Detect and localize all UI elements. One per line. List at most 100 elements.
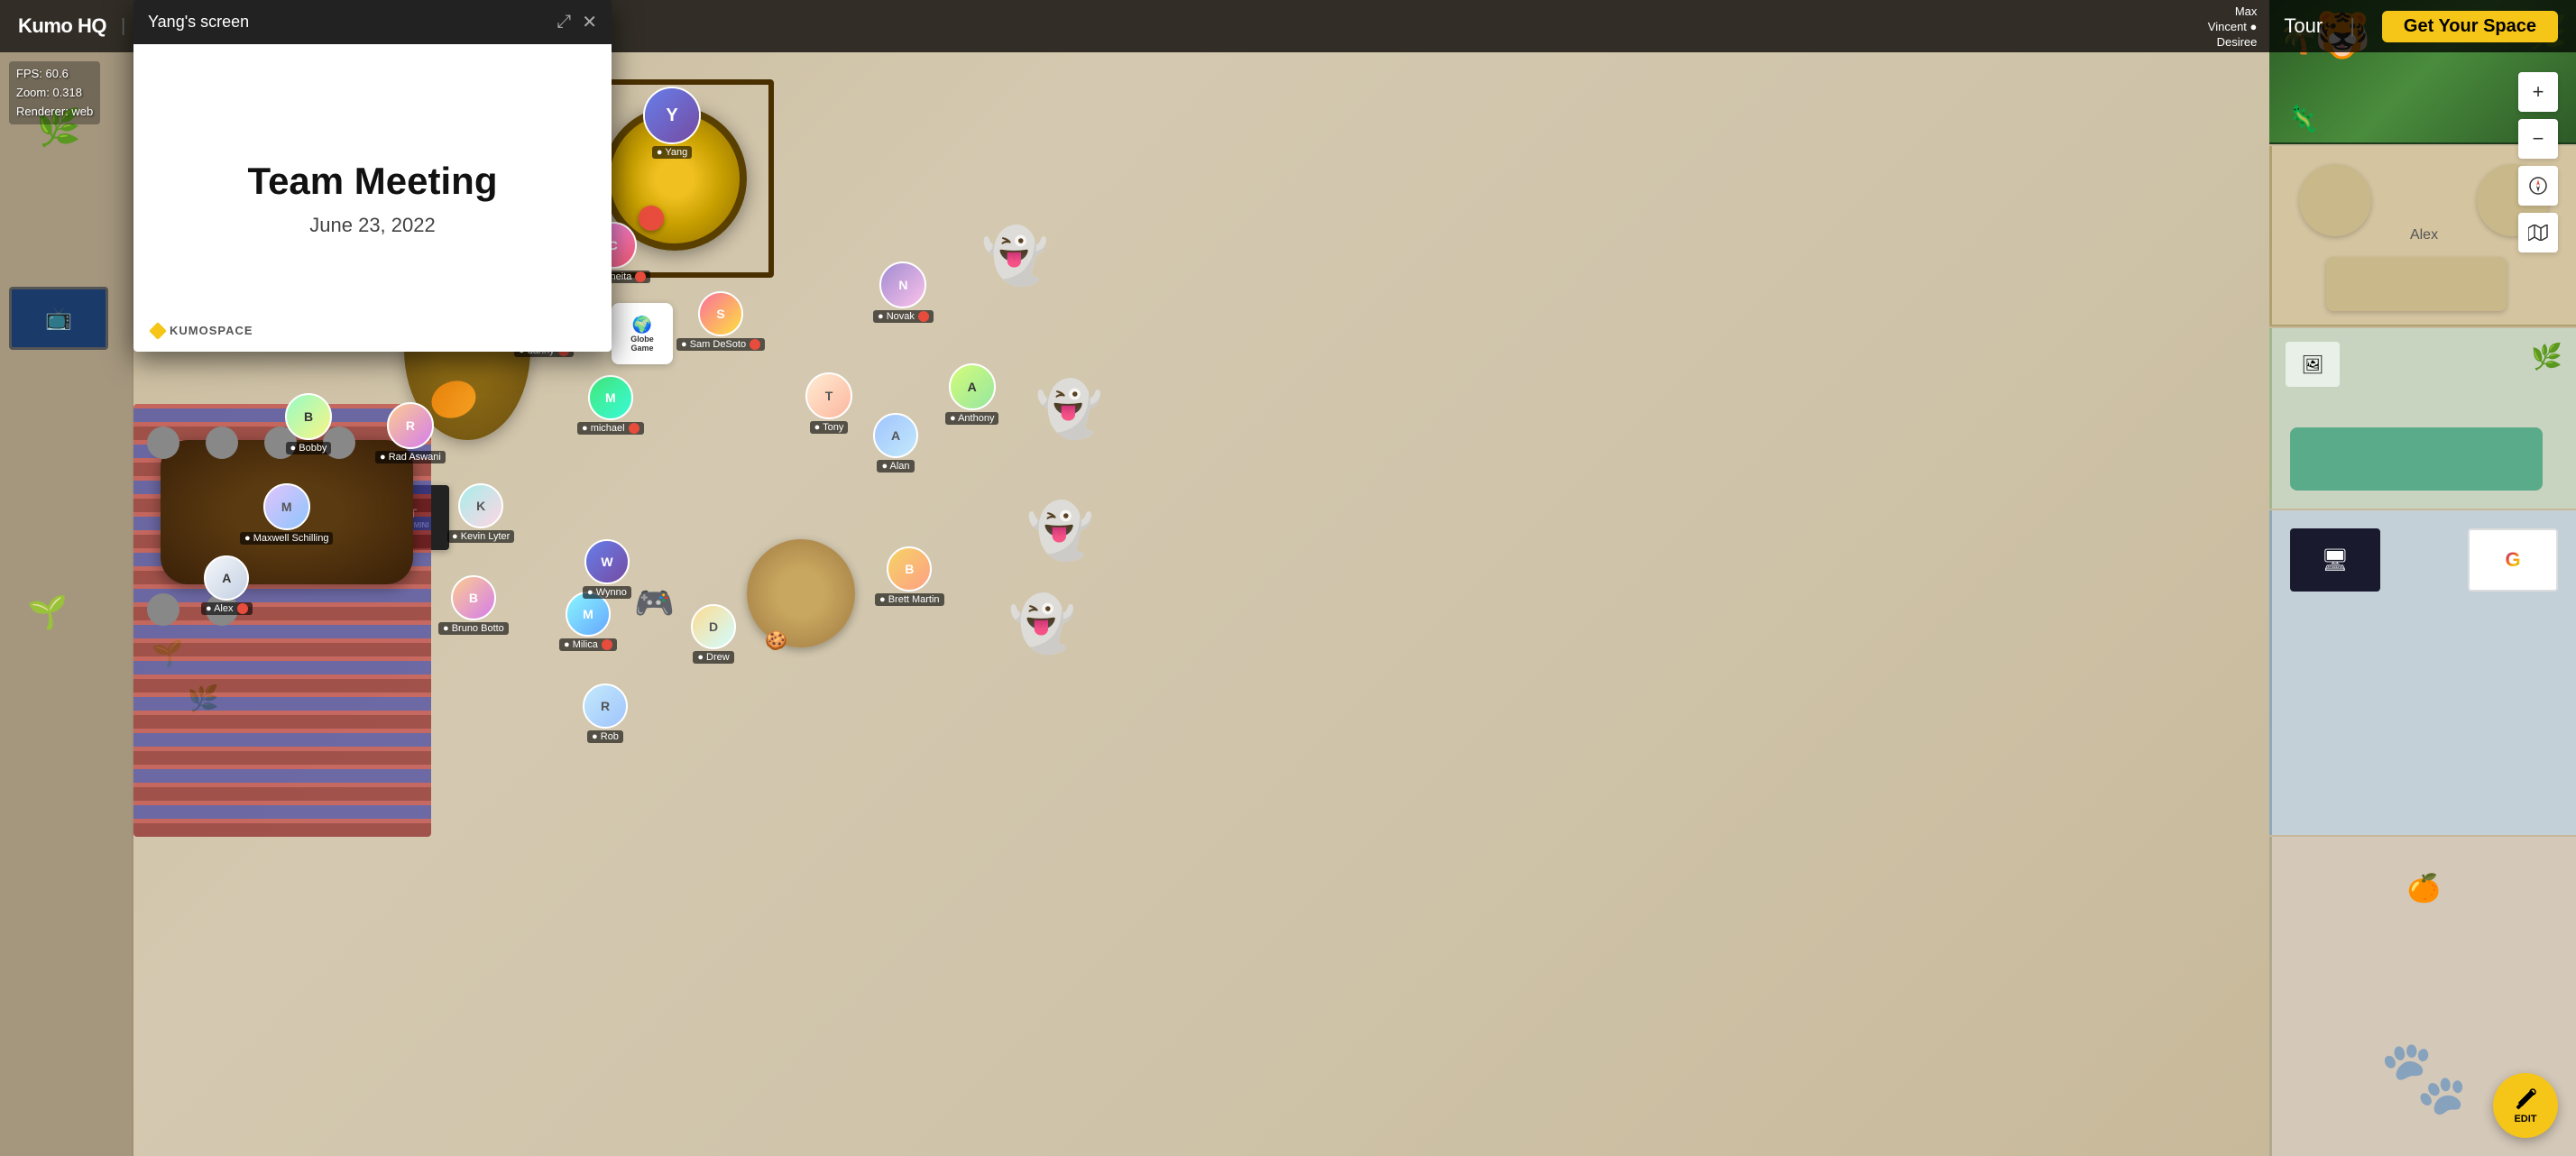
avatar-label-bruno: ● Bruno Botto: [438, 622, 509, 635]
avatar-label-alex-p: ● Alex: [201, 602, 253, 615]
avatar-label-tony: ● Tony: [810, 421, 849, 434]
sidebar-plant-2: 🌱: [27, 593, 68, 631]
slide-logo-text: KUMOSPACE: [170, 324, 253, 337]
screen-thumb-room3[interactable]: 🖥: [2290, 528, 2380, 592]
avatar-label-michael: ● michael: [577, 422, 644, 435]
avatar-anthony[interactable]: A ● Anthony: [945, 363, 998, 425]
close-icon[interactable]: ✕: [582, 11, 597, 33]
edit-label: EDIT: [2514, 1114, 2536, 1124]
avatar-brett[interactable]: B ● Brett Martin: [875, 546, 944, 606]
chair-2: [206, 427, 238, 459]
popup-content: Team Meeting June 23, 2022 KUMOSPACE: [133, 44, 612, 352]
ghost-avatar-3: 👻: [1026, 499, 1094, 563]
map-icon: [2528, 225, 2548, 241]
avatar-yang[interactable]: Y ● Yang: [643, 87, 701, 159]
nav-divider: |: [121, 16, 125, 37]
room-3: 🖥 G: [2269, 510, 2576, 835]
avatar-alan[interactable]: A ● Alan: [873, 413, 918, 472]
user-badges-area: Max Vincent ● Desiree: [2208, 5, 2258, 49]
bench-1: [2326, 257, 2507, 311]
compass-icon: [2528, 176, 2548, 196]
avatar-novak[interactable]: N ● Novak: [873, 261, 934, 323]
avatar-label-rob: ● Rob: [587, 730, 623, 743]
get-space-button[interactable]: Get Your Space: [2382, 11, 2558, 42]
avatar-tony[interactable]: T ● Tony: [805, 372, 852, 434]
avatar-label-milica: ● Milica: [559, 638, 617, 651]
avatar-label-sam: ● Sam DeSoto: [676, 338, 765, 351]
slide-title: Team Meeting: [248, 160, 498, 203]
avatar-kevin[interactable]: K ● Kevin Lyter: [447, 483, 514, 543]
compass-button[interactable]: [2518, 166, 2558, 206]
avatar-label-wynno: ● Wynno: [583, 586, 631, 599]
nav-separator: |: [2350, 14, 2355, 38]
popup-controls: ⤢ ✕: [557, 11, 597, 33]
fruit-bowl: 🍊: [2407, 873, 2441, 904]
edit-button[interactable]: EDIT: [2493, 1073, 2558, 1138]
google-logo: G: [2505, 548, 2520, 572]
user-badge-desiree: Desiree: [2217, 35, 2258, 49]
zoom-out-button[interactable]: −: [2518, 119, 2558, 159]
fps-info: FPS: 60.6: [16, 65, 93, 84]
expand-icon[interactable]: ⤢: [557, 12, 571, 32]
map-view-button[interactable]: [2518, 213, 2558, 252]
room2-plant: 🌿: [2531, 342, 2562, 372]
avatar-label-bobby: ● Bobby: [286, 442, 332, 454]
map-controls: + −: [2518, 72, 2558, 252]
avatar-label-alan: ● Alan: [877, 460, 914, 472]
sidebar-decor: 🌿 🌱: [0, 52, 133, 1156]
globe-game-object[interactable]: 🌍 GlobeGame: [612, 303, 673, 364]
avatar-wynno[interactable]: W ● Wynno: [583, 539, 631, 599]
zoom-info: Zoom: 0.318: [16, 84, 93, 103]
avatar-label-novak: ● Novak: [873, 310, 934, 323]
gameboy-icon: 🎮: [634, 584, 675, 622]
ghost-avatar-1: 👻: [981, 224, 1049, 288]
left-panel: 🌿 🌱 📺: [0, 52, 133, 1156]
google-doc-thumb[interactable]: G: [2468, 528, 2558, 592]
right-nav: Max Vincent ● Desiree Tour | Get Your Sp…: [2208, 5, 2558, 49]
popup-header: Yang's screen ⤢ ✕: [133, 0, 612, 44]
slide-logo: KUMOSPACE: [152, 324, 253, 337]
avatar-drew[interactable]: D ● Drew: [691, 604, 736, 664]
game-table: [747, 539, 855, 647]
tour-link[interactable]: Tour: [2284, 14, 2323, 38]
debug-info: FPS: 60.6 Zoom: 0.318 Renderer: web: [9, 61, 100, 124]
user-badge-vincent: Vincent ●: [2208, 20, 2258, 33]
avatar-milica[interactable]: M ● Milica: [559, 592, 617, 651]
cat-paw-rug: 🐾: [2379, 1035, 2470, 1120]
renderer-info: Renderer: web: [16, 103, 93, 122]
ghost-avatar-4: 👻: [1008, 592, 1076, 656]
avatar-bobby[interactable]: B ● Bobby: [285, 393, 332, 454]
avatar-rad[interactable]: R ● Rad Aswani: [375, 402, 446, 463]
avatar-label-brett: ● Brett Martin: [875, 593, 944, 606]
avatar-label-maxwell: ● Maxwell Schilling: [240, 532, 333, 545]
alex-room-label: Alex: [2410, 227, 2438, 243]
avatar-rob[interactable]: R ● Rob: [583, 684, 628, 743]
user-badge-max: Max: [2235, 5, 2258, 18]
slide-date: June 23, 2022: [309, 214, 435, 237]
compass-north: [2536, 179, 2540, 186]
avatar-bruno[interactable]: B ● Bruno Botto: [438, 575, 509, 635]
chair-round-1: [2299, 164, 2371, 236]
zoom-in-button[interactable]: +: [2518, 72, 2558, 112]
popup-title: Yang's screen: [148, 13, 249, 32]
avatar-alex-p[interactable]: A ● Alex: [201, 555, 253, 615]
brand-name: Kumo HQ: [18, 14, 106, 38]
green-sofa: [2290, 427, 2543, 491]
avatar-maxwell[interactable]: M ● Maxwell Schilling: [240, 483, 333, 545]
wall-art: 🖼: [2286, 342, 2340, 387]
room-2: 🌿 🖼: [2269, 328, 2576, 509]
ghost-avatar-2: 👻: [1035, 377, 1103, 441]
slide-logo-diamond-icon: [149, 322, 167, 340]
left-wall-screen[interactable]: 📺: [9, 287, 108, 350]
compass-south: [2536, 186, 2540, 192]
avatar-sam[interactable]: S ● Sam DeSoto: [676, 291, 765, 351]
chair-1: [147, 427, 179, 459]
avatar-label-drew: ● Drew: [693, 651, 733, 664]
screen-share-popup: Yang's screen ⤢ ✕ Team Meeting June 23, …: [133, 0, 612, 352]
food-decor: 🍪: [765, 629, 787, 652]
avatar-michael[interactable]: M ● michael: [577, 375, 644, 435]
avatar-label-kevin: ● Kevin Lyter: [447, 530, 514, 543]
avatar-label-yang: ● Yang: [652, 146, 692, 159]
avatar-label-anthony: ● Anthony: [945, 412, 998, 425]
wrench-icon: [2513, 1087, 2538, 1112]
